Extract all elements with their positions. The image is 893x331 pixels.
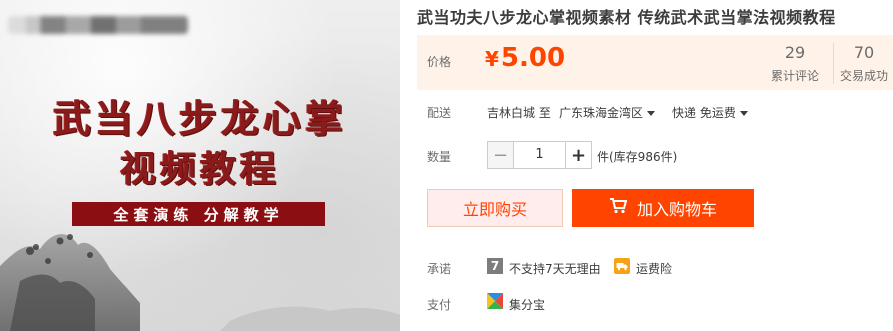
add-to-cart-label: 加入购物车 — [636, 200, 717, 219]
shipping-insurance-text: 运费险 — [636, 262, 673, 276]
mountain-illustration — [0, 234, 400, 331]
chevron-down-icon — [647, 111, 656, 116]
deals-label: 交易成功 — [839, 69, 888, 83]
no-reason-return-text: 不支持7天无理由 — [509, 262, 601, 276]
product-title: 武当功夫八步龙心掌视频素材 传统武术武当掌法视频教程 — [417, 8, 836, 27]
shipping-from: 吉林白城 至 — [487, 106, 551, 120]
chevron-down-icon — [739, 111, 748, 116]
price-number: 5.00 — [500, 43, 566, 73]
no-reason-return-icon: 7 — [487, 258, 503, 274]
shipping-method-select[interactable]: 快递 免运费 — [672, 104, 748, 121]
decrease-button[interactable]: − — [488, 142, 514, 168]
price-label: 价格 — [427, 55, 452, 69]
increase-button[interactable]: + — [565, 142, 591, 168]
currency-symbol: ¥ — [485, 47, 499, 71]
shopping-cart-icon — [609, 198, 628, 218]
quantity-input[interactable]: 1 — [514, 142, 565, 168]
jifenbao-icon — [487, 293, 503, 309]
reviews-count: 29 — [784, 43, 806, 62]
payment-label: 支付 — [427, 298, 452, 312]
image-title-line2: 视频教程 — [119, 148, 280, 190]
reviews-label: 累计评论 — [770, 69, 819, 83]
price-value: ¥5.00 — [485, 43, 565, 73]
reviews-stat[interactable]: 29 累计评论 — [769, 43, 821, 84]
shipping-label: 配送 — [427, 106, 452, 120]
shipping-destination-select[interactable]: 广东珠海金湾区 — [559, 104, 656, 121]
promise-label: 承诺 — [427, 262, 452, 276]
product-image[interactable]: 武当八步龙心掌 视频教程 全套演练 分解教学 — [0, 0, 400, 331]
shipping-destination: 广东珠海金湾区 — [559, 106, 644, 120]
quantity-label: 数量 — [427, 150, 452, 164]
stock-info: 件(库存986件) — [597, 150, 678, 164]
deals-count: 70 — [853, 43, 875, 62]
image-title-line1: 武当八步龙心掌 — [52, 96, 347, 141]
add-to-cart-button[interactable]: 加入购物车 — [572, 189, 754, 227]
shipping-insurance-icon — [614, 258, 630, 274]
price-panel: 价格 ¥5.00 29 累计评论 70 交易成功 — [417, 35, 893, 90]
payment-method: 集分宝 — [509, 298, 546, 312]
blurred-watermark — [8, 16, 188, 34]
shipping-method: 快递 免运费 — [672, 106, 736, 120]
quantity-stepper: − 1 + — [487, 141, 592, 169]
deals-stat: 70 交易成功 — [833, 43, 892, 84]
buy-now-button[interactable]: 立即购买 — [427, 189, 563, 227]
